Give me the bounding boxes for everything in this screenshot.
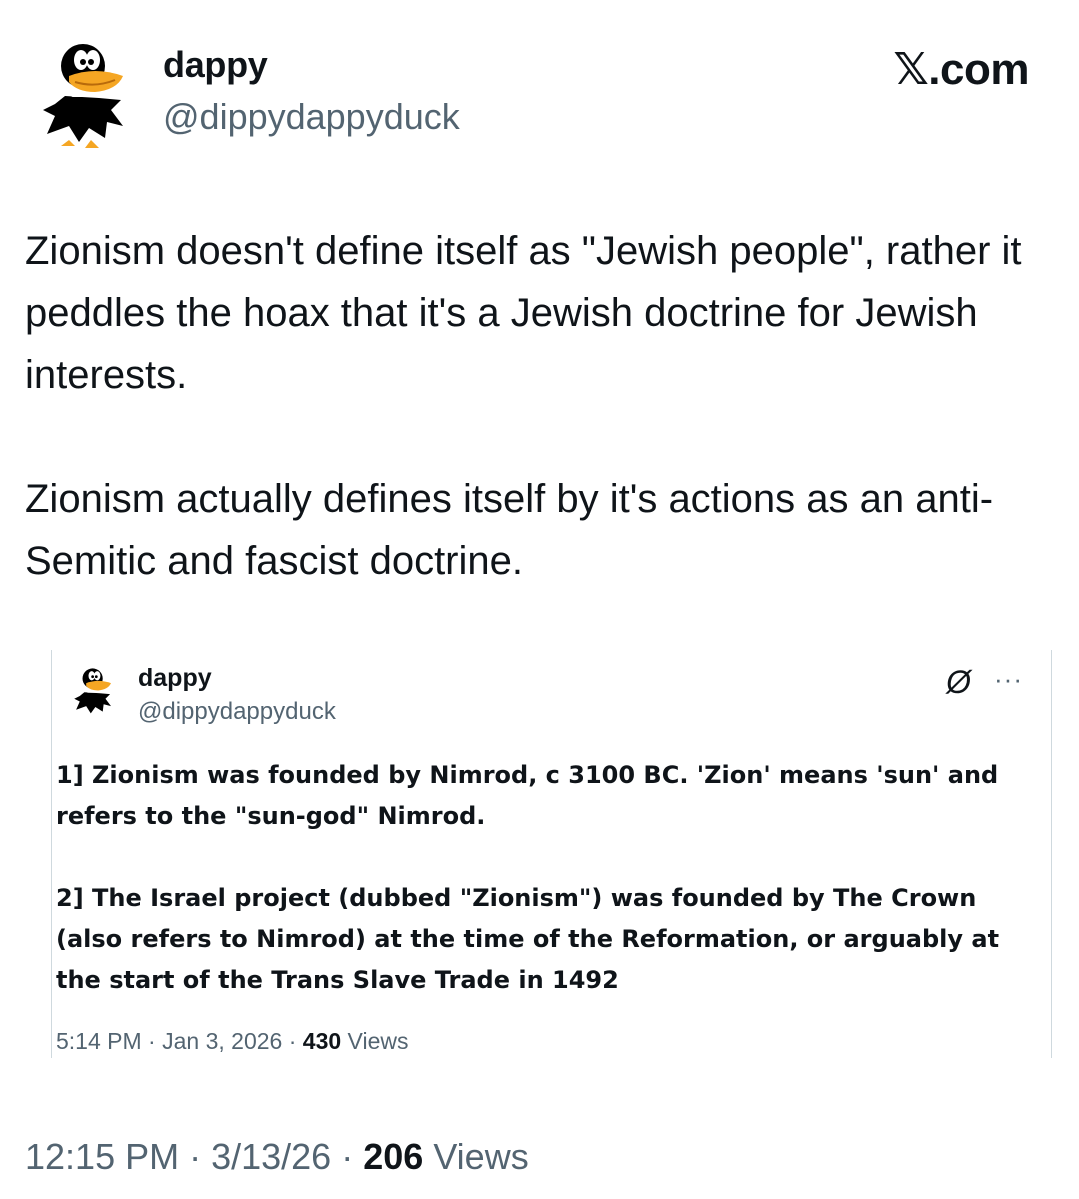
tweet-time[interactable]: 12:15 PM — [25, 1136, 179, 1177]
quoted-views-count: 430 — [302, 1028, 342, 1054]
avatar[interactable] — [25, 30, 147, 152]
grok-icon[interactable]: Ø — [946, 664, 971, 701]
tweet-paragraph: Zionism doesn't define itself as "Jewish… — [25, 229, 1022, 397]
author-handle[interactable]: @dippydappyduck — [163, 96, 460, 138]
tweet-text: Zionism doesn't define itself as "Jewish… — [25, 220, 1055, 592]
quoted-tweet-text: 1] Zionism was founded by Nimrod, c 3100… — [56, 755, 1036, 1001]
quoted-tweet[interactable]: dappy @dippydappyduck Ø ··· 1] Zionism w… — [51, 650, 1052, 1058]
more-options-icon[interactable]: ··· — [994, 664, 1023, 695]
tweet-date[interactable]: 3/13/26 — [211, 1136, 331, 1177]
quoted-views-label: Views — [347, 1028, 409, 1054]
separator: · — [141, 1028, 163, 1054]
quoted-handle[interactable]: @dippydappyduck — [138, 698, 336, 726]
x-logo: 𝕏.com — [893, 45, 1029, 94]
daffy-duck-avatar-icon — [25, 30, 147, 152]
quoted-meta: 5:14 PM · Jan 3, 2026 · 430 Views — [56, 1028, 408, 1055]
tweet-views-label: Views — [433, 1136, 529, 1177]
daffy-duck-avatar-icon — [66, 662, 122, 718]
tweet-meta: 12:15 PM · 3/13/26 · 206 Views — [25, 1136, 529, 1178]
tweet-views-count: 206 — [363, 1136, 424, 1177]
author-display-name[interactable]: dappy — [163, 44, 268, 86]
quoted-time[interactable]: 5:14 PM — [56, 1028, 142, 1054]
separator: · — [282, 1028, 303, 1054]
quoted-date[interactable]: Jan 3, 2026 — [162, 1028, 282, 1054]
quoted-avatar[interactable] — [66, 662, 122, 718]
tweet-paragraph: Zionism actually defines itself by it's … — [25, 477, 994, 583]
quoted-display-name[interactable]: dappy — [138, 664, 212, 693]
separator: · — [179, 1136, 212, 1177]
quoted-paragraph: 2] The Israel project (dubbed "Zionism")… — [56, 884, 1000, 994]
separator: · — [331, 1136, 364, 1177]
quoted-paragraph: 1] Zionism was founded by Nimrod, c 3100… — [56, 761, 999, 830]
